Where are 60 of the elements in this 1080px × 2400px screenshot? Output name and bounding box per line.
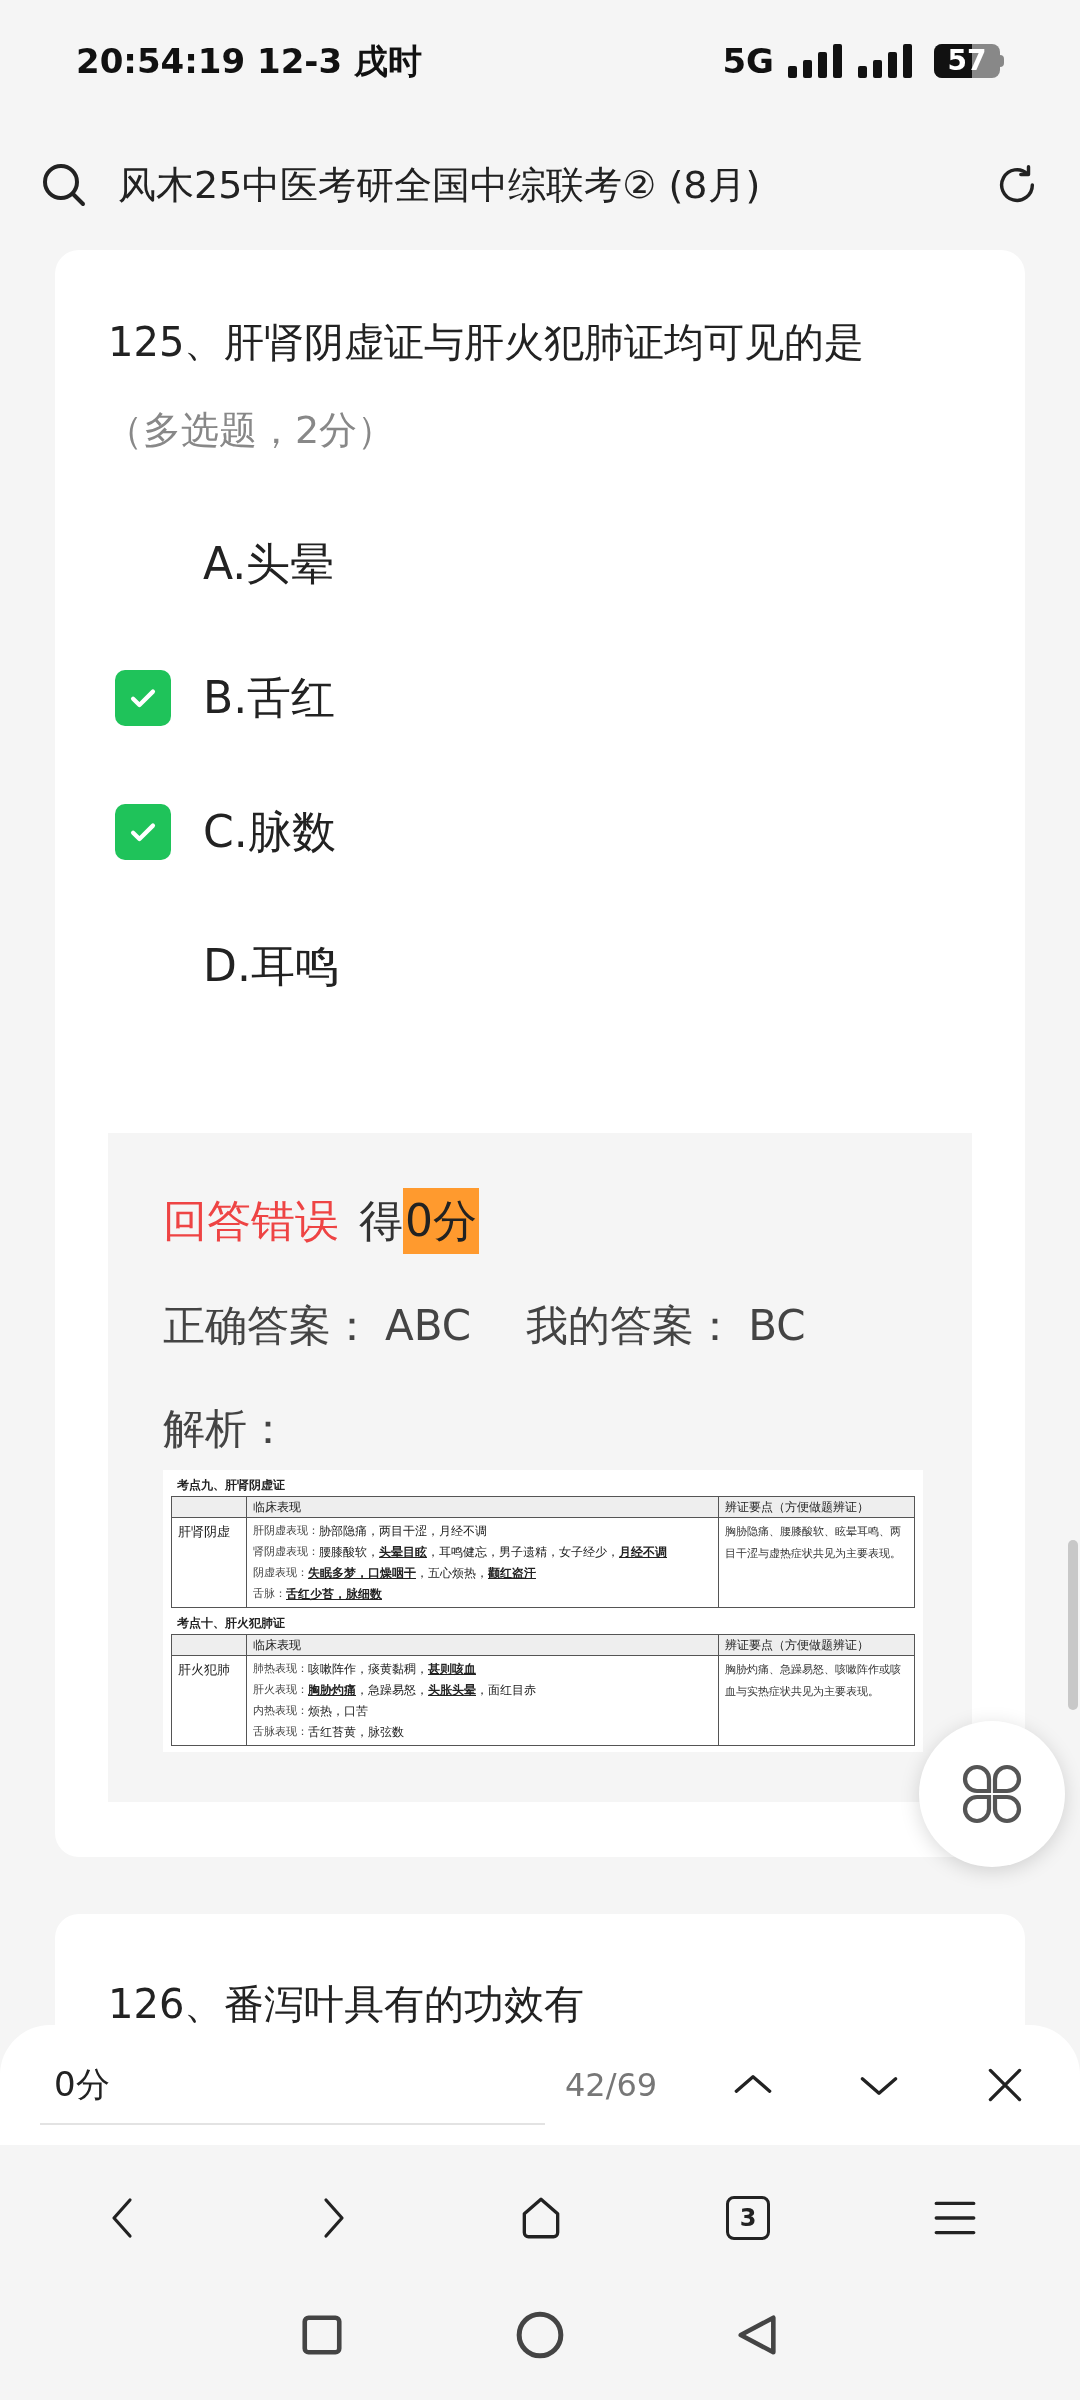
answer-option[interactable]: B.舌红 xyxy=(55,631,1025,765)
question-title: 125、肝肾阴虚证与肝火犯肺证均可见的是 xyxy=(107,318,866,367)
verdict-label: 回答错误 xyxy=(163,1194,339,1248)
column-header: 辨证要点（方便做题辨证） xyxy=(719,1497,914,1518)
table-heading: 考点十、肝火犯肺证 xyxy=(176,1615,286,1632)
page-title: 风木25中医考研全国中综联考② (8月) xyxy=(118,161,762,209)
recents-icon[interactable] xyxy=(299,2312,345,2358)
symptom-label: 舌脉表现： xyxy=(253,1724,308,1740)
answer-option[interactable]: C.脉数 xyxy=(55,765,1025,899)
option-label: C.脉数 xyxy=(203,805,336,859)
analysis-label: 解析： xyxy=(163,1403,290,1455)
status-time: 20:54:19 12-3 戌时 xyxy=(76,39,422,83)
symptom-label: 内热表现： xyxy=(253,1703,308,1719)
home-circle-icon[interactable] xyxy=(515,2310,565,2360)
checkbox[interactable] xyxy=(115,804,171,860)
score-value: 0分 xyxy=(403,1188,479,1254)
search-icon[interactable] xyxy=(40,161,88,209)
symptom-text: 失眠多梦，口燥咽干，五心烦热，颧红盗汗 xyxy=(308,1565,536,1582)
match-count: 42/69 xyxy=(565,2065,658,2106)
correct-answer: ABC xyxy=(385,1300,472,1352)
answer-option[interactable]: D.耳鸣 xyxy=(55,899,1025,1033)
column-header: 临床表现 xyxy=(247,1497,719,1518)
network-label: 5G xyxy=(722,39,774,83)
table-cell-text: 胸胁隐痛、腰膝酸软、眩晕耳鸣、两目干涩与虚热症状共见为主要表现。 xyxy=(724,1524,902,1562)
symptom-text: 腰膝酸软，头晕目眩，耳鸣健忘，男子遗精，女子经少，月经不调 xyxy=(319,1544,667,1561)
option-label: B.舌红 xyxy=(203,671,336,725)
my-answer: BC xyxy=(748,1300,806,1352)
option-label: D.耳鸣 xyxy=(203,939,339,993)
question-type: （多选题，2分） xyxy=(104,407,397,454)
symptom-label: 肺热表现： xyxy=(253,1661,308,1677)
answer-option[interactable]: A.头晕 xyxy=(55,497,1025,631)
signal-icon xyxy=(788,44,844,78)
option-label: A.头晕 xyxy=(203,537,335,591)
column-header: 辨证要点（方便做题辨证） xyxy=(719,1635,914,1656)
symptom-text: 舌红苔黄，脉弦数 xyxy=(308,1724,404,1741)
symptom-text: 烦热，口苦 xyxy=(308,1703,368,1720)
table-cell: 肝火犯肺 xyxy=(172,1656,247,1745)
symptom-text: 胸胁灼痛，急躁易怒，头胀头晕，面红目赤 xyxy=(308,1682,536,1699)
tabs-button[interactable]: 3 xyxy=(726,2195,770,2240)
symptom-label: 阴虚表现： xyxy=(253,1565,308,1581)
battery-level: 57 xyxy=(946,44,988,78)
symptom-label: 舌脉： xyxy=(253,1586,286,1602)
table-cell: 肝肾阴虚 xyxy=(172,1518,247,1607)
find-field[interactable]: 0分 xyxy=(40,2045,545,2125)
symptom-text: 胁部隐痛，两目干涩，月经不调 xyxy=(319,1523,487,1540)
scrollbar[interactable] xyxy=(1068,1540,1078,1710)
symptom-text: 舌红少苔，脉细数 xyxy=(286,1586,382,1603)
table-heading: 考点九、肝肾阴虚证 xyxy=(176,1477,286,1494)
my-answer-label: 我的答案： xyxy=(526,1300,737,1352)
symptom-label: 肾阴虚表现： xyxy=(253,1544,319,1560)
column-header: 临床表现 xyxy=(247,1635,719,1656)
correct-answer-label: 正确答案： xyxy=(163,1300,373,1352)
score-prefix: 得 xyxy=(359,1194,403,1248)
table-cell-text: 胸胁灼痛、急躁易怒、咳嗽阵作或咳血与实热症状共见为主要表现。 xyxy=(724,1662,902,1700)
question-title: 126、番泻叶具有的功效有 xyxy=(107,1980,586,2029)
symptom-label: 肝阴虚表现： xyxy=(253,1523,319,1539)
symptom-text: 咳嗽阵作，痰黄黏稠，甚则咳血 xyxy=(308,1661,476,1678)
signal-icon xyxy=(858,44,914,78)
checkbox[interactable] xyxy=(115,670,171,726)
symptom-label: 肝火表现： xyxy=(253,1682,308,1698)
